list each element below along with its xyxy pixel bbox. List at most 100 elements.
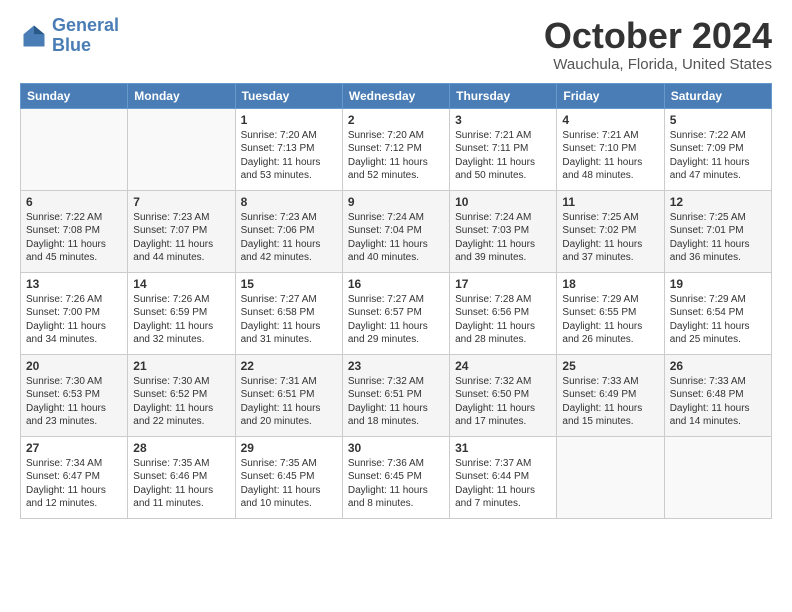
sunrise: Sunrise: 7:30 AM [26, 376, 102, 387]
calendar-cell: 20 Sunrise: 7:30 AM Sunset: 6:53 PM Dayl… [21, 354, 128, 436]
sunrise: Sunrise: 7:24 AM [348, 212, 424, 223]
sunrise: Sunrise: 7:21 AM [562, 130, 638, 141]
day-info: Sunrise: 7:32 AM Sunset: 6:51 PM Dayligh… [348, 375, 444, 429]
sunrise: Sunrise: 7:29 AM [670, 294, 746, 305]
sunrise: Sunrise: 7:34 AM [26, 458, 102, 469]
daylight: Daylight: 11 hours and 10 minutes. [241, 485, 321, 510]
calendar-cell [21, 108, 128, 190]
col-monday: Monday [128, 83, 235, 108]
day-info: Sunrise: 7:26 AM Sunset: 7:00 PM Dayligh… [26, 293, 122, 347]
day-number: 24 [455, 359, 551, 373]
month-title: October 2024 [544, 16, 772, 56]
calendar-cell: 12 Sunrise: 7:25 AM Sunset: 7:01 PM Dayl… [664, 190, 771, 272]
calendar-cell: 22 Sunrise: 7:31 AM Sunset: 6:51 PM Dayl… [235, 354, 342, 436]
calendar-cell: 25 Sunrise: 7:33 AM Sunset: 6:49 PM Dayl… [557, 354, 664, 436]
day-info: Sunrise: 7:25 AM Sunset: 7:02 PM Dayligh… [562, 211, 658, 265]
day-number: 19 [670, 277, 766, 291]
day-info: Sunrise: 7:35 AM Sunset: 6:46 PM Dayligh… [133, 457, 229, 511]
day-info: Sunrise: 7:22 AM Sunset: 7:08 PM Dayligh… [26, 211, 122, 265]
calendar-cell: 21 Sunrise: 7:30 AM Sunset: 6:52 PM Dayl… [128, 354, 235, 436]
sunrise: Sunrise: 7:22 AM [26, 212, 102, 223]
sunset: Sunset: 6:58 PM [241, 307, 315, 318]
day-number: 8 [241, 195, 337, 209]
calendar-cell: 27 Sunrise: 7:34 AM Sunset: 6:47 PM Dayl… [21, 436, 128, 518]
calendar-table: Sunday Monday Tuesday Wednesday Thursday… [20, 83, 772, 519]
sunrise: Sunrise: 7:36 AM [348, 458, 424, 469]
day-number: 25 [562, 359, 658, 373]
calendar-cell: 7 Sunrise: 7:23 AM Sunset: 7:07 PM Dayli… [128, 190, 235, 272]
day-number: 20 [26, 359, 122, 373]
sunset: Sunset: 7:07 PM [133, 225, 207, 236]
logo-general: General [52, 15, 119, 35]
day-info: Sunrise: 7:24 AM Sunset: 7:04 PM Dayligh… [348, 211, 444, 265]
day-info: Sunrise: 7:20 AM Sunset: 7:12 PM Dayligh… [348, 129, 444, 183]
calendar-cell: 14 Sunrise: 7:26 AM Sunset: 6:59 PM Dayl… [128, 272, 235, 354]
sunset: Sunset: 7:02 PM [562, 225, 636, 236]
daylight: Daylight: 11 hours and 48 minutes. [562, 157, 642, 182]
col-friday: Friday [557, 83, 664, 108]
logo-blue: Blue [52, 35, 91, 55]
sunset: Sunset: 6:55 PM [562, 307, 636, 318]
sunset: Sunset: 7:00 PM [26, 307, 100, 318]
sunset: Sunset: 6:51 PM [348, 389, 422, 400]
logo-icon [20, 22, 48, 50]
day-info: Sunrise: 7:30 AM Sunset: 6:52 PM Dayligh… [133, 375, 229, 429]
sunset: Sunset: 6:47 PM [26, 471, 100, 482]
sunset: Sunset: 7:04 PM [348, 225, 422, 236]
sunrise: Sunrise: 7:25 AM [562, 212, 638, 223]
day-info: Sunrise: 7:36 AM Sunset: 6:45 PM Dayligh… [348, 457, 444, 511]
daylight: Daylight: 11 hours and 36 minutes. [670, 239, 750, 264]
calendar-cell: 29 Sunrise: 7:35 AM Sunset: 6:45 PM Dayl… [235, 436, 342, 518]
sunset: Sunset: 6:46 PM [133, 471, 207, 482]
day-info: Sunrise: 7:27 AM Sunset: 6:58 PM Dayligh… [241, 293, 337, 347]
sunset: Sunset: 6:44 PM [455, 471, 529, 482]
sunset: Sunset: 6:52 PM [133, 389, 207, 400]
sunset: Sunset: 7:09 PM [670, 143, 744, 154]
sunrise: Sunrise: 7:32 AM [348, 376, 424, 387]
sunset: Sunset: 6:45 PM [241, 471, 315, 482]
header-row: Sunday Monday Tuesday Wednesday Thursday… [21, 83, 772, 108]
sunset: Sunset: 7:10 PM [562, 143, 636, 154]
calendar-cell: 1 Sunrise: 7:20 AM Sunset: 7:13 PM Dayli… [235, 108, 342, 190]
sunset: Sunset: 7:13 PM [241, 143, 315, 154]
sunset: Sunset: 7:01 PM [670, 225, 744, 236]
calendar-cell: 23 Sunrise: 7:32 AM Sunset: 6:51 PM Dayl… [342, 354, 449, 436]
day-info: Sunrise: 7:20 AM Sunset: 7:13 PM Dayligh… [241, 129, 337, 183]
calendar-cell: 30 Sunrise: 7:36 AM Sunset: 6:45 PM Dayl… [342, 436, 449, 518]
day-number: 23 [348, 359, 444, 373]
calendar-cell: 6 Sunrise: 7:22 AM Sunset: 7:08 PM Dayli… [21, 190, 128, 272]
sunset: Sunset: 6:54 PM [670, 307, 744, 318]
sunrise: Sunrise: 7:20 AM [241, 130, 317, 141]
day-number: 26 [670, 359, 766, 373]
day-number: 14 [133, 277, 229, 291]
calendar-cell: 2 Sunrise: 7:20 AM Sunset: 7:12 PM Dayli… [342, 108, 449, 190]
calendar-cell [128, 108, 235, 190]
day-info: Sunrise: 7:37 AM Sunset: 6:44 PM Dayligh… [455, 457, 551, 511]
day-number: 15 [241, 277, 337, 291]
sunrise: Sunrise: 7:35 AM [133, 458, 209, 469]
calendar-cell: 24 Sunrise: 7:32 AM Sunset: 6:50 PM Dayl… [450, 354, 557, 436]
location-title: Wauchula, Florida, United States [544, 56, 772, 73]
calendar-cell: 26 Sunrise: 7:33 AM Sunset: 6:48 PM Dayl… [664, 354, 771, 436]
daylight: Daylight: 11 hours and 18 minutes. [348, 403, 428, 428]
col-thursday: Thursday [450, 83, 557, 108]
day-number: 6 [26, 195, 122, 209]
calendar-week-5: 27 Sunrise: 7:34 AM Sunset: 6:47 PM Dayl… [21, 436, 772, 518]
daylight: Daylight: 11 hours and 52 minutes. [348, 157, 428, 182]
sunrise: Sunrise: 7:33 AM [670, 376, 746, 387]
sunset: Sunset: 6:59 PM [133, 307, 207, 318]
day-number: 31 [455, 441, 551, 455]
daylight: Daylight: 11 hours and 40 minutes. [348, 239, 428, 264]
day-number: 17 [455, 277, 551, 291]
sunrise: Sunrise: 7:20 AM [348, 130, 424, 141]
sunset: Sunset: 7:03 PM [455, 225, 529, 236]
calendar-cell [557, 436, 664, 518]
daylight: Daylight: 11 hours and 34 minutes. [26, 321, 106, 346]
calendar-header: Sunday Monday Tuesday Wednesday Thursday… [21, 83, 772, 108]
day-number: 29 [241, 441, 337, 455]
sunrise: Sunrise: 7:30 AM [133, 376, 209, 387]
day-info: Sunrise: 7:25 AM Sunset: 7:01 PM Dayligh… [670, 211, 766, 265]
daylight: Daylight: 11 hours and 37 minutes. [562, 239, 642, 264]
calendar-cell: 8 Sunrise: 7:23 AM Sunset: 7:06 PM Dayli… [235, 190, 342, 272]
sunset: Sunset: 7:12 PM [348, 143, 422, 154]
